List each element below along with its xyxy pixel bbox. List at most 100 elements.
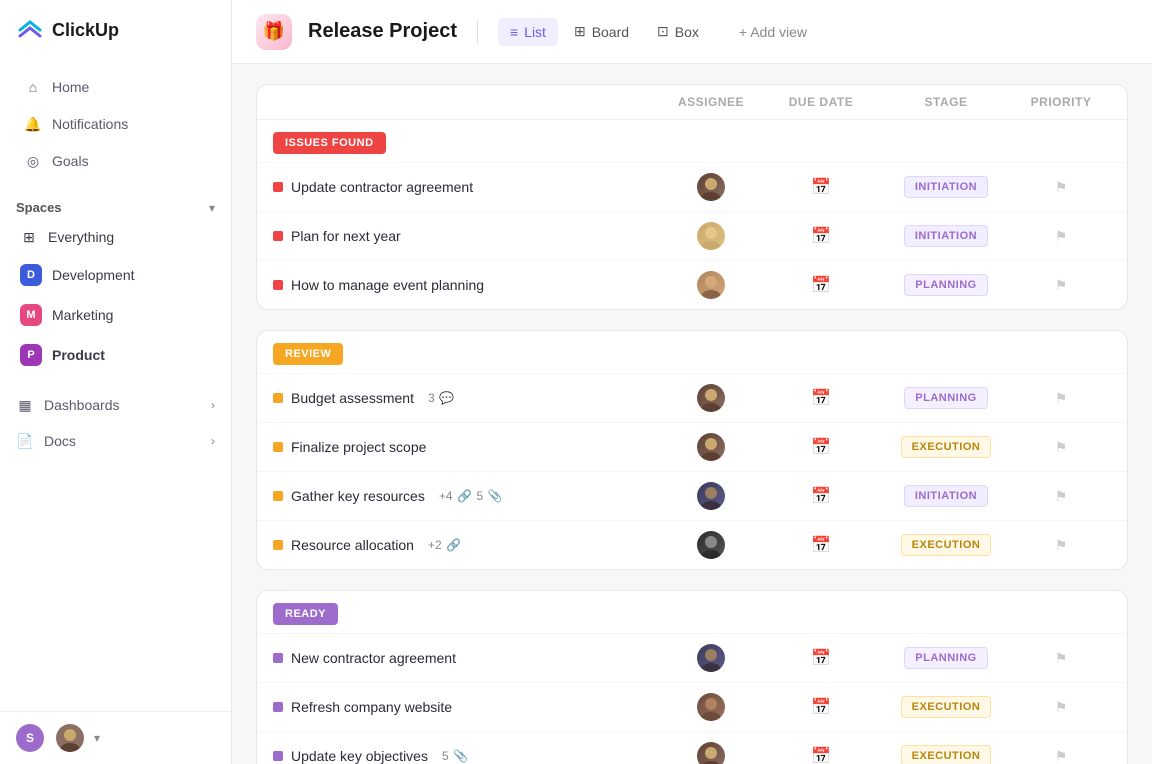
task-name: Resource allocation [291,537,414,553]
assignee-cell [661,384,761,412]
date-cell[interactable]: 📅 [761,226,881,246]
flag-icon: ⚑ [1055,390,1068,407]
add-view-button[interactable]: + Add view [727,18,819,46]
sidebar-item-docs[interactable]: 📄 Docs › [0,423,231,459]
date-cell[interactable]: 📅 [761,437,881,457]
table-row[interactable]: New contractor agreement 📅 PLANNING ⚑ [257,633,1127,682]
priority-cell: ⚑ [1011,439,1111,456]
priority-cell: ⚑ [1011,228,1111,245]
table-row[interactable]: Update key objectives 5 📎 📅 EXECUTION [257,731,1127,764]
flag-icon: ⚑ [1055,439,1068,456]
issues-group-header: ISSUES FOUND [257,120,1127,162]
stage-cell: EXECUTION [881,534,1011,556]
tab-list[interactable]: ≡ List [498,18,558,46]
task-name: Refresh company website [291,699,452,715]
task-dot [273,393,283,403]
date-cell[interactable]: 📅 [761,535,881,555]
product-badge: P [20,344,42,366]
sidebar-nav: ⌂ Home 🔔 Notifications ◎ Goals [0,60,231,188]
date-cell[interactable]: 📅 [761,697,881,717]
stage-badge: INITIATION [904,225,988,247]
table-row[interactable]: Update contractor agreement 📅 INITIATION… [257,162,1127,211]
table-row[interactable]: Gather key resources +4 🔗 5 📎 📅 [257,471,1127,520]
sidebar-item-home[interactable]: ⌂ Home [8,69,223,105]
flag-icon: ⚑ [1055,228,1068,245]
dashboards-label: Dashboards [44,397,120,413]
calendar-icon: 📅 [811,746,831,764]
date-cell[interactable]: 📅 [761,746,881,764]
date-cell[interactable]: 📅 [761,177,881,197]
stage-cell: EXECUTION [881,436,1011,458]
sidebar-item-marketing[interactable]: M Marketing [4,296,227,334]
task-badges: 3 💬 [428,390,455,406]
sidebar-item-everything[interactable]: ⊞ Everything [4,220,227,254]
task-name: Gather key resources [291,488,425,504]
stage-badge: INITIATION [904,176,988,198]
sidebar-item-dashboards[interactable]: ▦ Dashboards › [0,387,231,423]
table-row[interactable]: How to manage event planning 📅 PLANNING … [257,260,1127,309]
header-divider [477,20,478,44]
task-name-cell: Gather key resources +4 🔗 5 📎 [273,488,661,504]
assignee-cell [661,693,761,721]
priority-cell: ⚑ [1011,650,1111,667]
stage-badge: PLANNING [904,274,987,296]
main-content: 🎁 Release Project ≡ List ⊞ Board ⊡ Box +… [232,0,1152,764]
docs-label: Docs [44,433,76,449]
task-badges: +2 🔗 [428,537,462,553]
spaces-header[interactable]: Spaces ▾ [16,200,215,215]
table-row[interactable]: Refresh company website 📅 EXECUTION ⚑ [257,682,1127,731]
assignee-cell [661,644,761,672]
assignee-cell [661,742,761,764]
flag-icon: ⚑ [1055,650,1068,667]
clickup-logo-icon [16,16,44,44]
link-icon-2: 🔗 [446,537,462,553]
page-title: Release Project [308,20,457,43]
user-initial-avatar: S [16,724,44,752]
tab-board[interactable]: ⊞ Board [562,17,641,46]
assignee-cell [661,271,761,299]
col-task [273,95,661,109]
review-group-header: REVIEW [257,331,1127,373]
chevron-right-icon: › [211,398,215,412]
add-view-label: + Add view [739,24,807,40]
table-row[interactable]: Plan for next year 📅 INITIATION ⚑ [257,211,1127,260]
date-cell[interactable]: 📅 [761,388,881,408]
sidebar-item-notifications[interactable]: 🔔 Notifications [8,106,223,142]
badge-count: 5 [442,749,449,763]
sidebar-item-development[interactable]: D Development [4,256,227,294]
docs-icon: 📄 [16,432,34,450]
table-row[interactable]: Finalize project scope 📅 EXECUTION ⚑ [257,422,1127,471]
priority-cell: ⚑ [1011,537,1111,554]
task-dot [273,442,283,452]
stage-cell: EXECUTION [881,745,1011,764]
page-header: 🎁 Release Project ≡ List ⊞ Board ⊡ Box +… [232,0,1152,64]
table-row[interactable]: Resource allocation +2 🔗 📅 EXECUTION [257,520,1127,569]
sidebar-item-product[interactable]: P Product [4,336,227,374]
chevron-down-icon: ▾ [209,201,215,215]
task-name: Update contractor agreement [291,179,473,195]
board-tab-icon: ⊞ [574,23,586,40]
avatar [697,433,725,461]
date-cell[interactable]: 📅 [761,486,881,506]
calendar-icon: 📅 [811,388,831,408]
footer-chevron-icon[interactable]: ▾ [94,731,100,745]
task-name: New contractor agreement [291,650,456,666]
tab-box[interactable]: ⊡ Box [645,17,711,46]
stage-badge: PLANNING [904,387,987,409]
avatar [697,644,725,672]
table-row[interactable]: Budget assessment 3 💬 📅 PLANNING [257,373,1127,422]
view-tabs: ≡ List ⊞ Board ⊡ Box [498,17,711,46]
task-badges: 5 📎 [442,748,469,764]
date-cell[interactable]: 📅 [761,275,881,295]
box-tab-icon: ⊡ [657,23,669,40]
everything-label: Everything [48,229,114,245]
logo-text: ClickUp [52,20,119,41]
ready-group-header: READY [257,591,1127,633]
assignee-cell [661,433,761,461]
col-priority: PRIORITY [1011,95,1111,109]
content-area: ASSIGNEE DUE DATE STAGE PRIORITY ISSUES … [232,64,1152,764]
sidebar-item-goals[interactable]: ◎ Goals [8,143,223,179]
date-cell[interactable]: 📅 [761,648,881,668]
table-header: ASSIGNEE DUE DATE STAGE PRIORITY [257,85,1127,120]
ready-badge: READY [273,603,338,625]
